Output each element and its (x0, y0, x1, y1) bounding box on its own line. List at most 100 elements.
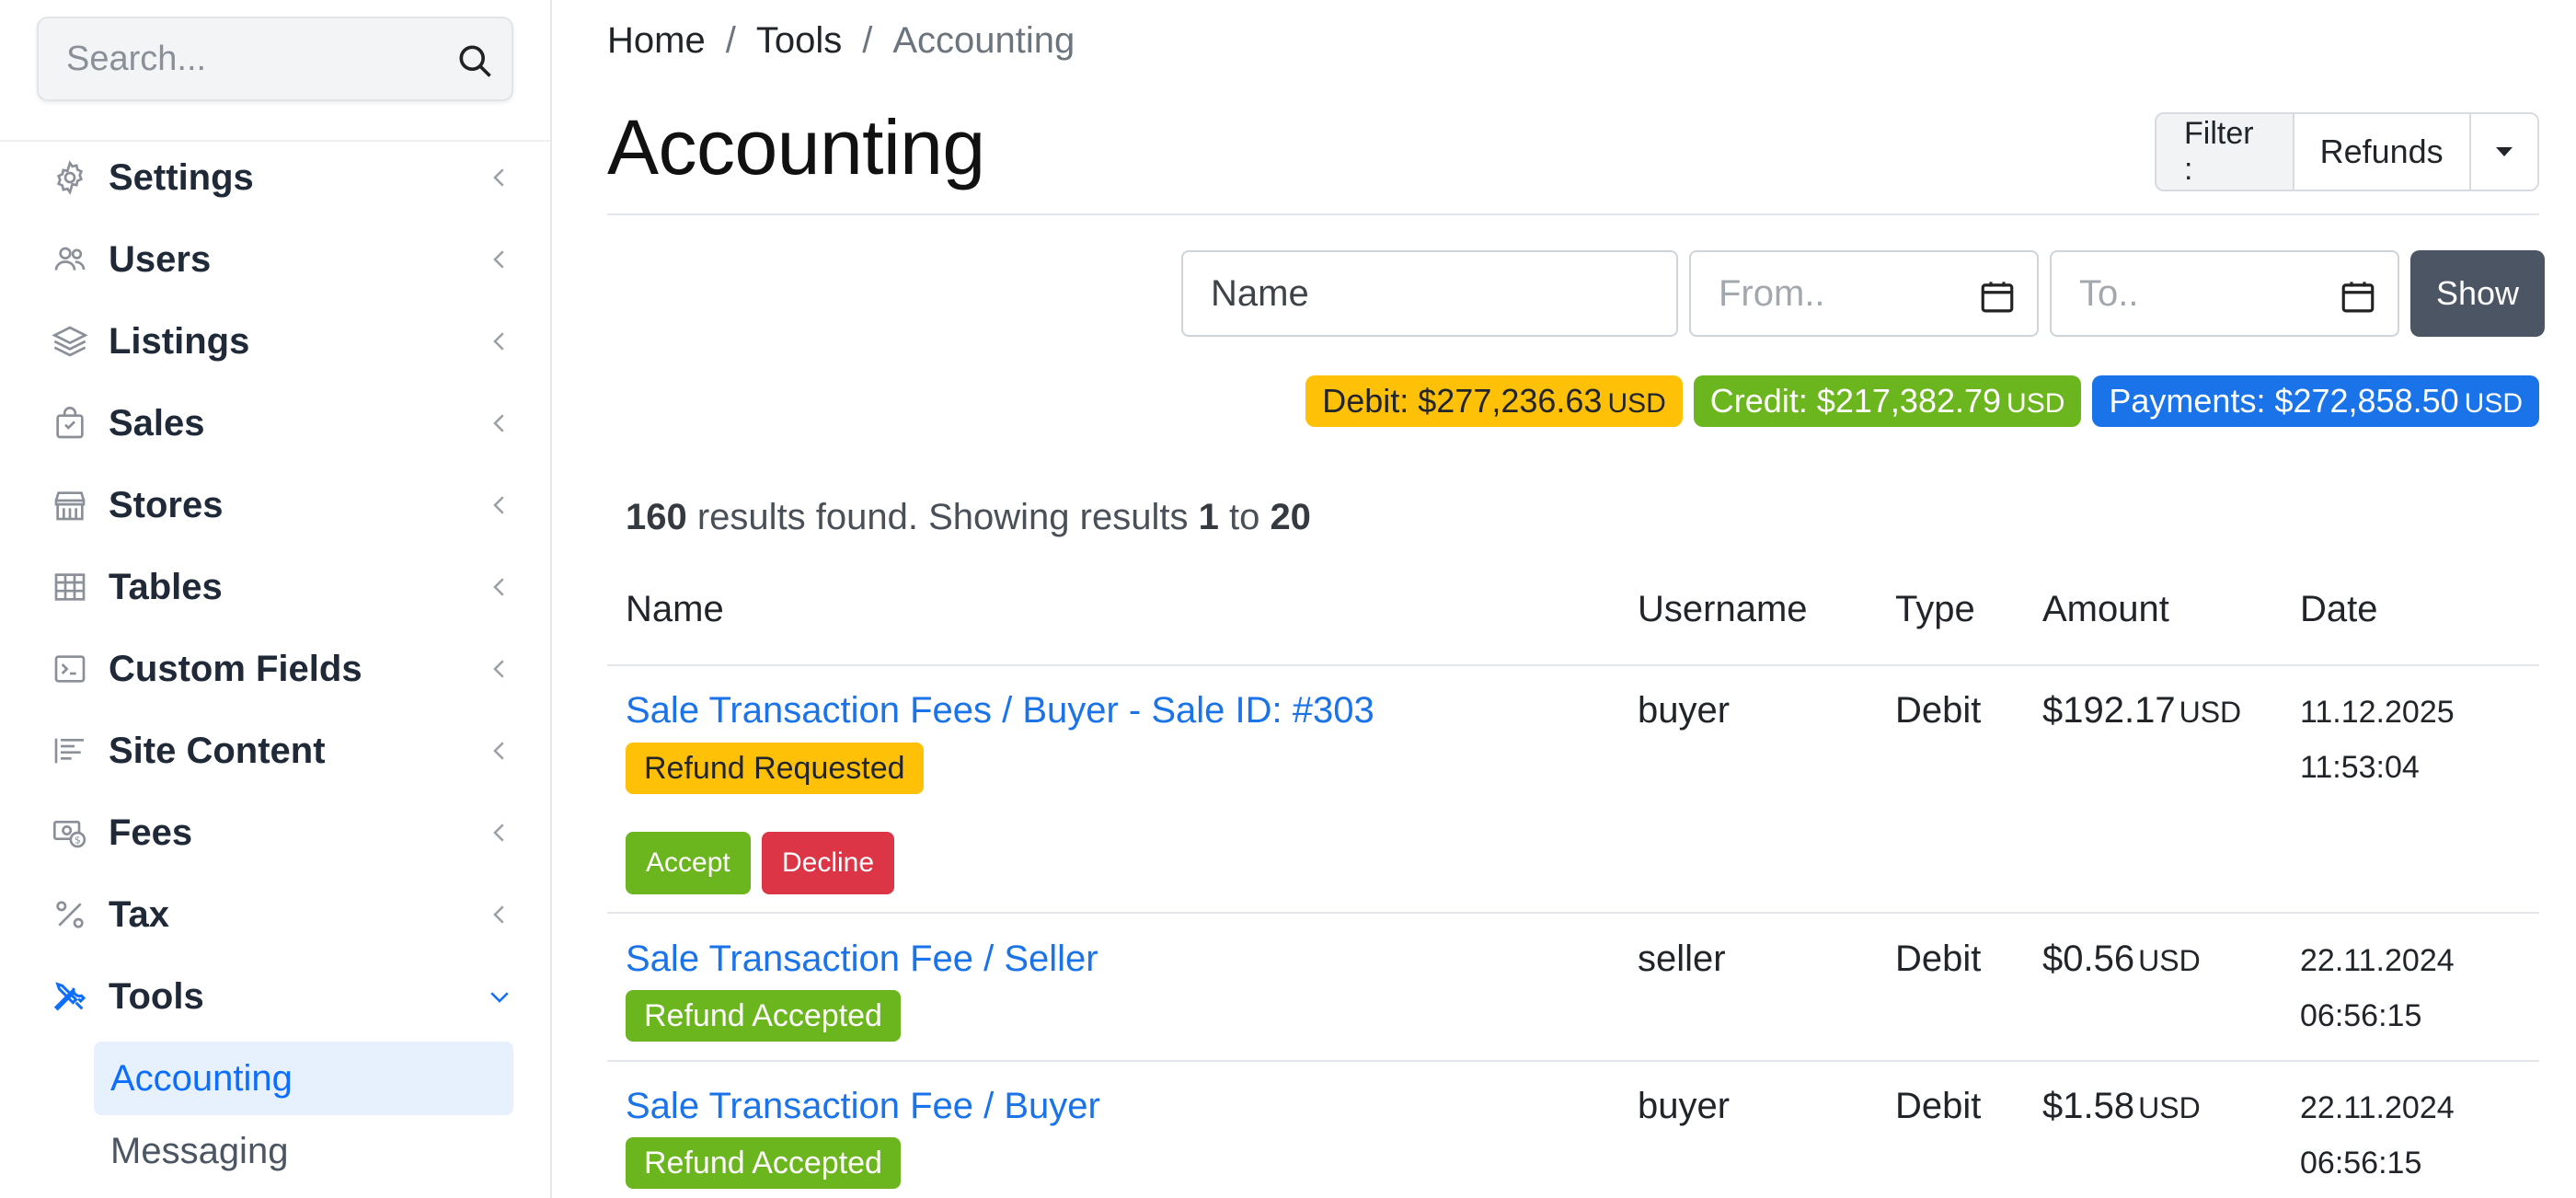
sidebar-item-label: Users (109, 238, 212, 280)
chevron-left-icon (493, 250, 504, 269)
amount-cell: $1.58 USD (2042, 1086, 2201, 1127)
sidebar-item-label: Tools (109, 975, 204, 1017)
column-header-username[interactable]: Username (1638, 589, 1808, 630)
filter-toggle-button[interactable] (2470, 114, 2537, 190)
caret-down-icon (2495, 147, 2513, 156)
date-value: 22.11.2024 (2300, 943, 2455, 978)
column-header-date[interactable]: Date (2300, 589, 2378, 630)
sidebar-item-settings[interactable]: Settings (50, 145, 513, 210)
tools-icon (50, 976, 90, 1017)
sidebar-item-label: Custom Fields (109, 648, 362, 689)
sidebar-item-tables[interactable]: Tables (50, 555, 513, 619)
calendar-icon[interactable] (2339, 278, 2377, 317)
row-divider (607, 1060, 2539, 1062)
layers-icon (50, 321, 90, 362)
summary-totals: Debit: $277,236.63 USD Credit: $217,382.7… (1305, 375, 2539, 427)
gear-icon (50, 157, 90, 198)
filter-value[interactable]: Refunds (2294, 114, 2471, 190)
decline-button[interactable]: Decline (762, 832, 895, 894)
currency-label: USD (2007, 388, 2065, 419)
search-box (37, 17, 513, 101)
sidebar-subitem-label: Messaging (110, 1130, 289, 1171)
page-title: Accounting (607, 104, 985, 190)
sidebar-item-listings[interactable]: Listings (50, 309, 513, 374)
sidebar-item-label: Site Content (109, 730, 326, 771)
breadcrumb-separator: / (725, 20, 736, 61)
search-input[interactable] (39, 18, 443, 99)
amount-value: $0.56 (2042, 939, 2135, 979)
results-summary: 160 results found. Showing results 1 to … (626, 497, 1311, 538)
date-cell: 22.11.2024 06:56:15 (2300, 933, 2455, 1043)
results-to: 20 (1270, 497, 1311, 537)
filter-label: Filter : (2156, 114, 2294, 190)
type-cell: Debit (1895, 1086, 1982, 1126)
name-field-wrapper (1181, 250, 1678, 337)
accept-button[interactable]: Accept (626, 832, 751, 894)
name-input[interactable] (1183, 252, 1676, 335)
filter-dropdown: Filter : Refunds (2155, 112, 2539, 191)
transaction-link[interactable]: Sale Transaction Fee / Buyer (626, 1086, 1100, 1127)
type-cell: Debit (1895, 690, 1982, 731)
column-header-amount[interactable]: Amount (2042, 589, 2169, 630)
currency-label: USD (2464, 388, 2523, 419)
chevron-left-icon (493, 905, 504, 924)
status-badge: Refund Accepted (626, 1137, 901, 1189)
to-date-wrapper (2050, 250, 2399, 337)
sidebar-item-label: Settings (109, 156, 254, 198)
chevron-left-icon (493, 742, 504, 760)
sidebar-item-stores[interactable]: Stores (50, 473, 513, 537)
payments-total-badge: Payments: $272,858.50 USD (2092, 375, 2539, 427)
payments-total-value: Payments: $272,858.50 (2109, 382, 2459, 420)
debit-total-value: Debit: $277,236.63 (1322, 382, 1603, 420)
currency-label: USD (2138, 944, 2201, 977)
header-divider (607, 213, 2539, 215)
sidebar-item-label: Sales (109, 402, 205, 443)
sidebar-subitem-messaging[interactable]: Messaging (94, 1114, 513, 1188)
chevron-left-icon (493, 332, 504, 351)
chevron-down-icon (490, 992, 509, 1003)
time-value: 06:56:15 (2300, 998, 2422, 1033)
amount-value: $192.17 (2042, 690, 2176, 731)
filter-form: Show (1181, 250, 2545, 337)
results-total: 160 (626, 497, 687, 537)
chevron-left-icon (493, 578, 504, 596)
breadcrumb-home[interactable]: Home (607, 20, 706, 62)
sidebar-item-label: Tax (109, 893, 169, 935)
breadcrumb-tools[interactable]: Tools (756, 20, 842, 62)
search-icon[interactable] (454, 40, 495, 81)
sidebar-item-users[interactable]: Users (50, 227, 513, 292)
date-cell: 22.11.2024 06:56:15 (2300, 1080, 2455, 1191)
results-from: 1 (1198, 497, 1219, 537)
chevron-left-icon (493, 414, 504, 432)
time-value: 06:56:15 (2300, 1146, 2422, 1181)
sidebar-item-fees[interactable]: $ Fees (50, 801, 513, 865)
chevron-left-icon (493, 824, 504, 842)
sidebar-item-label: Listings (109, 320, 250, 362)
table-icon (50, 567, 90, 607)
sidebar-item-label: Stores (109, 484, 224, 525)
sidebar-item-site-content[interactable]: Site Content (50, 719, 513, 783)
sidebar-item-tools[interactable]: Tools (50, 964, 513, 1029)
sidebar-item-tax[interactable]: Tax (50, 882, 513, 947)
sidebar-item-label: Tables (109, 566, 223, 607)
table-header-divider (607, 664, 2539, 666)
sidebar-item-sales[interactable]: Sales (50, 391, 513, 455)
column-header-name[interactable]: Name (626, 589, 724, 630)
show-button[interactable]: Show (2410, 250, 2545, 337)
transaction-link[interactable]: Sale Transaction Fees / Buyer - Sale ID:… (626, 690, 1374, 731)
time-value: 11:53:04 (2300, 750, 2420, 785)
column-header-type[interactable]: Type (1895, 589, 1975, 630)
breadcrumb-separator: / (862, 20, 873, 61)
amount-value: $1.58 (2042, 1086, 2135, 1126)
shopping-bag-icon (50, 403, 90, 443)
calendar-icon[interactable] (1978, 278, 2017, 317)
credit-total-value: Credit: $217,382.79 (1709, 382, 2002, 420)
debit-total-badge: Debit: $277,236.63 USD (1305, 375, 1683, 427)
amount-cell: $192.17 USD (2042, 690, 2241, 731)
text-align-icon (50, 731, 90, 771)
sidebar-subitem-accounting[interactable]: Accounting (94, 1042, 513, 1115)
sidebar-item-custom-fields[interactable]: Custom Fields (50, 637, 513, 701)
type-cell: Debit (1895, 939, 1982, 979)
results-text: to (1218, 497, 1271, 537)
transaction-link[interactable]: Sale Transaction Fee / Seller (626, 939, 1098, 980)
